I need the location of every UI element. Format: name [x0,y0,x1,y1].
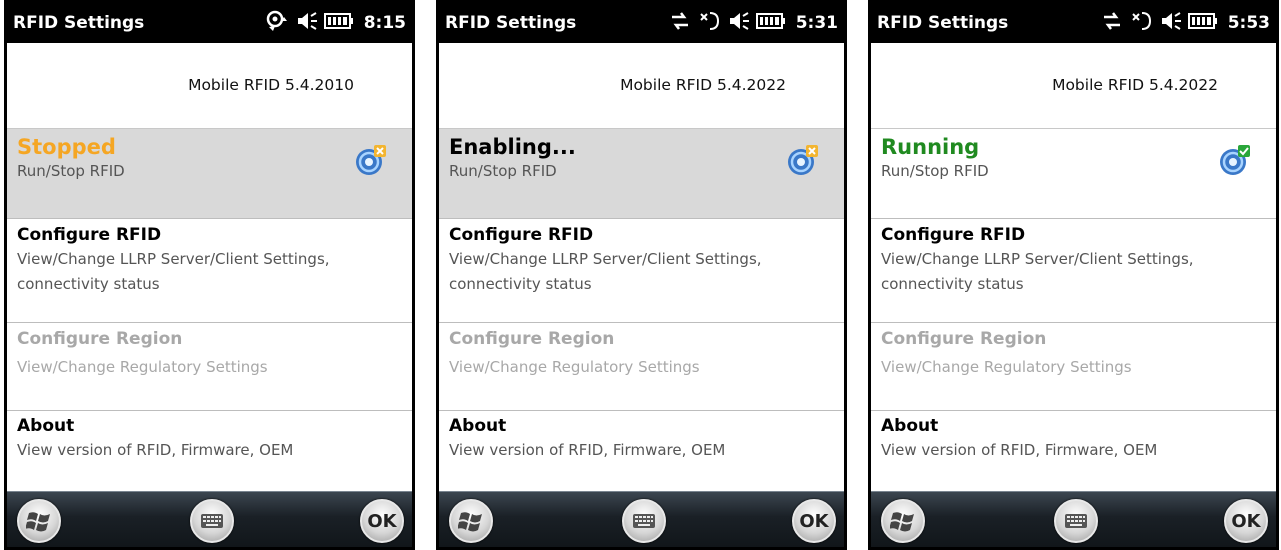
configure-rfid-item[interactable]: Configure RFID View/Change LLRP Server/C… [439,219,844,323]
ok-button[interactable]: OK [1224,499,1268,543]
start-button[interactable] [17,499,61,543]
ok-button[interactable]: OK [360,499,404,543]
app-title: RFID Settings [877,13,1009,33]
volume-icon[interactable] [296,11,318,35]
configure-region-desc: View/Change Regulatory Settings [449,358,700,376]
battery-icon[interactable] [1187,13,1218,33]
configure-rfid-item[interactable]: Configure RFID View/Change LLRP Server/C… [7,219,412,323]
rfid-stopped-icon [354,143,388,177]
version-area: Mobile RFID 5.4.2022 [871,43,1276,129]
version-label: Mobile RFID 5.4.2022 [1052,76,1218,94]
softkey-bar: OK [871,491,1276,547]
version-area: Mobile RFID 5.4.2010 [7,43,412,129]
run-stop-item[interactable]: Stopped Run/Stop RFID [7,129,412,219]
configure-rfid-desc-line2: connectivity status [449,275,592,293]
connectivity-icon[interactable] [668,11,692,35]
about-desc: View version of RFID, Firmware, OEM [17,441,294,459]
configure-rfid-desc-line1: View/Change LLRP Server/Client Settings, [449,250,762,268]
connectivity-icon[interactable] [1100,11,1124,35]
status-bar: RFID Settings 8:15 [7,3,412,43]
run-stop-desc: Run/Stop RFID [17,162,125,180]
about-desc: View version of RFID, Firmware, OEM [449,441,726,459]
version-label: Mobile RFID 5.4.2022 [620,76,786,94]
start-button[interactable] [881,499,925,543]
about-title: About [881,416,939,436]
about-item[interactable]: About View version of RFID, Firmware, OE… [439,411,844,497]
run-stop-desc: Run/Stop RFID [449,162,557,180]
about-title: About [449,416,507,436]
volume-icon[interactable] [1160,11,1182,35]
status-bar: RFID Settings 5:53 [871,3,1276,43]
ok-label: OK [1231,510,1261,532]
keyboard-icon [201,514,223,528]
configure-rfid-title: Configure RFID [881,225,1026,245]
windows-logo-icon [26,512,50,532]
configure-region-desc: View/Change Regulatory Settings [881,358,1132,376]
phone-screen-running: RFID Settings 5:53 Mobile RFID 5.4.2022 … [868,0,1279,550]
phone-screen-stopped: RFID Settings 8:15 Mobile RFID 5.4.2010 … [4,0,415,550]
no-signal-icon[interactable] [1130,10,1154,36]
windows-logo-icon [890,512,914,532]
battery-icon[interactable] [755,13,786,33]
rfid-status: Running [881,135,980,159]
softkey-bar: OK [439,491,844,547]
configure-region-title: Configure Region [17,329,183,349]
app-title: RFID Settings [445,13,577,33]
sync-icon[interactable] [264,9,290,37]
status-bar: RFID Settings 5:31 [439,3,844,43]
clock[interactable]: 8:15 [364,13,406,33]
configure-region-item: Configure Region View/Change Regulatory … [871,323,1276,411]
version-area: Mobile RFID 5.4.2022 [439,43,844,129]
configure-region-title: Configure Region [881,329,1047,349]
configure-region-title: Configure Region [449,329,615,349]
ok-label: OK [367,510,397,532]
version-text: Mobile RFID 5.4.2022 [1048,76,1218,94]
battery-icon[interactable] [323,13,354,33]
about-item[interactable]: About View version of RFID, Firmware, OE… [871,411,1276,497]
version-text: Mobile RFID 5.4.2010 [184,76,354,94]
phone-screen-enabling: RFID Settings 5:31 Mobile RFID 5.4.2022 … [436,0,847,550]
rfid-running-icon [1218,143,1252,177]
configure-region-item: Configure Region View/Change Regulatory … [7,323,412,411]
keyboard-icon [1065,514,1087,528]
start-button[interactable] [449,499,493,543]
rfid-status: Stopped [17,135,116,159]
run-stop-item[interactable]: Running Run/Stop RFID [871,129,1276,219]
keyboard-button[interactable] [1054,499,1098,543]
keyboard-icon [633,514,655,528]
clock[interactable]: 5:31 [796,13,838,33]
volume-icon[interactable] [728,11,750,35]
no-signal-icon[interactable] [698,10,722,36]
clock[interactable]: 5:53 [1228,13,1270,33]
ok-button[interactable]: OK [792,499,836,543]
windows-logo-icon [458,512,482,532]
configure-rfid-title: Configure RFID [449,225,594,245]
configure-region-item: Configure Region View/Change Regulatory … [439,323,844,411]
softkey-bar: OK [7,491,412,547]
about-title: About [17,416,75,436]
configure-rfid-item[interactable]: Configure RFID View/Change LLRP Server/C… [871,219,1276,323]
configure-region-desc: View/Change Regulatory Settings [17,358,268,376]
about-desc: View version of RFID, Firmware, OEM [881,441,1158,459]
configure-rfid-desc-line1: View/Change LLRP Server/Client Settings, [881,250,1194,268]
version-text: Mobile RFID 5.4.2022 [616,76,786,94]
configure-rfid-desc-line2: connectivity status [881,275,1024,293]
about-item[interactable]: About View version of RFID, Firmware, OE… [7,411,412,497]
keyboard-button[interactable] [622,499,666,543]
app-title: RFID Settings [13,13,145,33]
configure-rfid-desc-line2: connectivity status [17,275,160,293]
rfid-stopped-icon [786,143,820,177]
ok-label: OK [799,510,829,532]
run-stop-item[interactable]: Enabling... Run/Stop RFID [439,129,844,219]
configure-rfid-title: Configure RFID [17,225,162,245]
version-label: Mobile RFID 5.4.2010 [188,76,354,94]
configure-rfid-desc-line1: View/Change LLRP Server/Client Settings, [17,250,330,268]
rfid-status: Enabling... [449,135,576,159]
keyboard-button[interactable] [190,499,234,543]
run-stop-desc: Run/Stop RFID [881,162,989,180]
